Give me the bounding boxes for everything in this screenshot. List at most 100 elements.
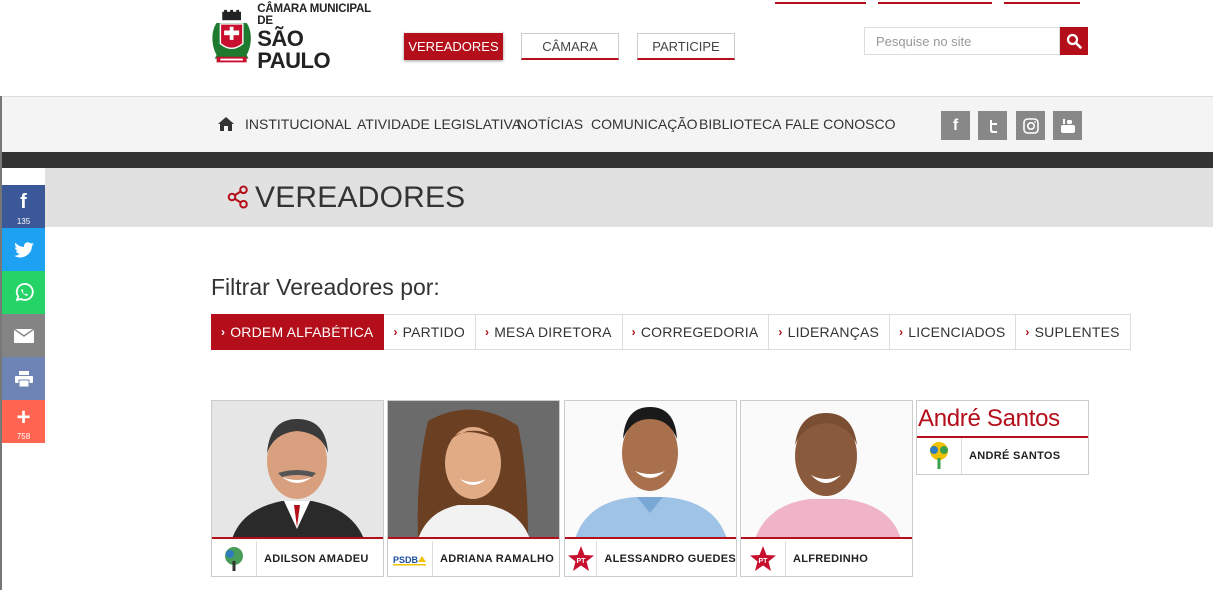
home-icon[interactable] [218,117,234,131]
site-header: CÂMARA MUNICIPAL DE SÃO PAULO VEREADORES… [0,0,1213,96]
portrait-image [575,407,727,537]
vereadores-button[interactable]: VEREADORES [404,33,503,60]
councillor-photo [212,401,383,539]
logo-line-1: CÂMARA MUNICIPAL DE [257,3,371,27]
councillor-photo [741,401,912,539]
pt-star-icon: PT [750,545,776,571]
participe-button[interactable]: PARTICIPE [637,33,735,60]
share-email-button[interactable] [2,314,45,357]
tab-mesa-diretora[interactable]: › MESA DIRETORA [475,314,623,350]
camara-button[interactable]: CÂMARA [521,33,619,60]
portrait-image [417,409,530,537]
dark-separator-bar [2,152,1213,168]
portrait-image [232,419,364,537]
plus-icon: + [16,403,31,431]
tab-label: SUPLENTES [1034,324,1120,340]
share-sidebar: f 135 + 758 [2,185,45,443]
chevron-right-icon: › [778,325,783,339]
nav-item-comunicacao[interactable]: COMUNICAÇÃO [591,116,698,132]
instagram-glyph [1022,117,1039,134]
top-link-3[interactable] [1004,0,1080,4]
tab-label: LICENCIADOS [908,324,1006,340]
share-facebook-button[interactable]: f 135 [2,185,45,228]
youtube-glyph [1060,118,1075,133]
search-icon [1066,33,1082,49]
councillor-name: ADILSON AMADEU [264,552,369,565]
portrait-image [755,413,901,537]
more-share-count: 758 [16,432,31,441]
card-footer: ADILSON AMADEU [212,541,383,576]
twitter-icon[interactable] [978,111,1007,140]
tab-licenciados[interactable]: › LICENCIADOS [890,314,1017,350]
coat-of-arms-icon [212,9,251,63]
facebook-icon[interactable]: f [941,111,970,140]
chevron-right-icon: › [393,325,398,339]
share-nodes-icon [227,185,248,209]
councillor-photo [388,401,559,539]
instagram-icon[interactable] [1016,111,1045,140]
twitter-t-glyph [989,119,997,133]
psdb-logo-icon: PSDB [393,555,426,565]
nav-item-noticias[interactable]: NOTÍCIAS [517,116,583,132]
share-more-button[interactable]: + 758 [2,400,45,443]
chevron-right-icon: › [221,325,226,339]
share-twitter-button[interactable] [2,228,45,271]
site-logo[interactable]: CÂMARA MUNICIPAL DE SÃO PAULO [211,3,381,72]
tab-label: PARTIDO [402,324,465,340]
search-button[interactable] [1060,27,1088,55]
psdb-logo-text: PSDB [393,555,419,565]
councillor-card-adilson-amadeu[interactable]: ADILSON AMADEU [211,400,384,577]
card-footer: PSDB ADRIANA RAMALHO [388,541,559,576]
councillor-name: ADRIANA RAMALHO [440,552,555,565]
nav-item-institucional[interactable]: INSTITUCIONAL [245,116,352,132]
pt-logo-text: PT [759,558,769,565]
share-whatsapp-button[interactable] [2,271,45,314]
print-icon [14,370,33,387]
party-logo-pt: PT [565,541,598,576]
card-footer: PT ALESSANDRO GUEDES [565,541,736,576]
party-logo-psdb: PSDB [388,541,433,576]
party-logo-ptb [212,541,257,576]
party-logo-pt: PT [741,541,786,576]
councillor-card-alessandro-guedes[interactable]: PT ALESSANDRO GUEDES [564,400,737,577]
top-link-1[interactable] [775,0,866,4]
card-footer: ANDRÉ SANTOS [917,438,1088,474]
main-nav: INSTITUCIONAL ATIVIDADE LEGISLATIVA NOTÍ… [2,96,1213,152]
tab-label: CORREGEDORIA [640,324,759,340]
tab-label: ORDEM ALFABÉTICA [230,324,374,340]
tab-ordem-alfabetica[interactable]: › ORDEM ALFABÉTICA [211,314,385,350]
nav-item-atividade-legislativa[interactable]: ATIVIDADE LEGISLATIVA [357,116,521,132]
facebook-share-count: 135 [16,217,31,226]
search-input[interactable] [864,27,1060,55]
youtube-icon[interactable] [1053,111,1082,140]
email-icon [13,328,34,343]
share-print-button[interactable] [2,357,45,400]
nav-item-fale-conosco[interactable]: FALE CONOSCO [785,116,895,132]
tab-suplentes[interactable]: › SUPLENTES [1016,314,1131,350]
chevron-right-icon: › [631,325,636,339]
tab-partido[interactable]: › PARTIDO [384,314,476,350]
tab-liderancas[interactable]: › LIDERANÇAS [769,314,891,350]
card-footer: PT ALFREDINHO [741,541,912,576]
twitter-bird-icon [13,241,34,257]
party-logo-prb [917,438,962,474]
councillor-card-andre-santos[interactable]: André Santos ANDRÉ SANTOS [916,400,1089,475]
chevron-right-icon: › [484,325,490,339]
tree-party-icon [930,442,948,469]
page-title: VEREADORES [255,181,466,214]
facebook-icon: f [20,191,27,213]
councillor-name: ANDRÉ SANTOS [969,450,1061,462]
filter-tabs: › ORDEM ALFABÉTICA › PARTIDO › MESA DIRETOR… [211,314,1131,350]
councillor-card-adriana-ramalho[interactable]: PSDB ADRIANA RAMALHO [387,400,560,577]
tab-label: LIDERANÇAS [787,324,880,340]
top-link-2[interactable] [878,0,992,4]
councillor-card-alfredinho[interactable]: PT ALFREDINHO [740,400,913,577]
councillor-heading: André Santos [918,405,1060,432]
chevron-right-icon: › [1025,325,1030,339]
tab-corregedoria[interactable]: › CORREGEDORIA [622,314,770,350]
pt-star-icon: PT [567,545,594,571]
nav-item-biblioteca[interactable]: BIBLIOTECA [699,116,781,132]
logo-text: CÂMARA MUNICIPAL DE SÃO PAULO [257,3,381,72]
chevron-right-icon: › [899,325,904,339]
tab-label: MESA DIRETORA [494,324,612,340]
